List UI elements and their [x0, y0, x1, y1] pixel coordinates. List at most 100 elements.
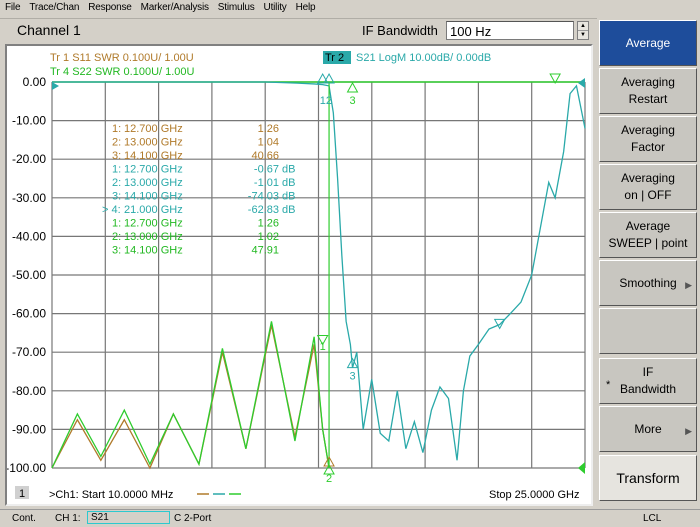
softkey-label: Averaging: [621, 171, 675, 185]
menu-trace-chan[interactable]: Trace/Chan: [24, 0, 83, 13]
if-bandwidth-input[interactable]: 100 Hz: [446, 21, 574, 40]
marker-12-label: 12: [320, 95, 332, 107]
if-bandwidth-spinner[interactable]: ▲ ▼: [577, 21, 589, 40]
menu-stimulus[interactable]: Stimulus: [213, 0, 259, 13]
marker-table-num: 3:: [112, 191, 121, 203]
active-parameter[interactable]: S21: [87, 511, 170, 524]
menu-response[interactable]: Response: [83, 0, 135, 13]
marker-1-tr4-label: 1: [320, 341, 326, 353]
marker-table-num: 1:: [112, 123, 121, 135]
y-tick-label: -80.00: [12, 384, 46, 398]
marker-table-value: 40.66: [251, 150, 279, 162]
softkey-label: IF: [642, 365, 654, 379]
marker-3-label: 3: [349, 95, 355, 107]
marker-table-num: 1:: [112, 164, 121, 176]
marker-table-freq: 12.700 GHz: [124, 123, 183, 135]
softkey-label: Factor: [630, 140, 665, 154]
trace-plot: 0.00 -10.00 -20.00 -30.00 -40.00 -50.00 -60.00…: [7, 51, 586, 501]
y-tick-label: -60.00: [12, 307, 46, 321]
submenu-arrow-icon: ▶: [685, 426, 692, 436]
start-frequency: >Ch1: Start 10.0000 MHz: [49, 489, 173, 501]
softkey-averaging-toggle[interactable]: Averaging on | OFF: [599, 164, 697, 210]
marker-table-unit: dB: [282, 164, 295, 176]
softkey-transform[interactable]: Transform: [599, 455, 697, 501]
softkey-average[interactable]: Average: [599, 20, 697, 66]
softkey-more[interactable]: More ▶: [599, 406, 697, 452]
trace-s22-swr: [51, 321, 330, 469]
softkey-label: Average: [625, 219, 671, 233]
channel-toolbar: Channel 1 IF Bandwidth 100 Hz ▲ ▼: [0, 19, 596, 43]
spin-down-icon[interactable]: ▼: [578, 31, 588, 39]
channel-label: CH 1:: [55, 513, 81, 524]
marker-table-value: -0.67: [254, 164, 279, 176]
softkey-average-sweep-point[interactable]: Average SWEEP | point: [599, 212, 697, 258]
softkey-label: Restart: [628, 92, 668, 106]
softkey-panel: Average Averaging Restart Averaging Factor…: [597, 18, 700, 508]
softkey-label: Averaging: [621, 123, 675, 137]
marker-table-unit: dB: [282, 177, 295, 189]
softkey-label: Averaging: [621, 75, 675, 89]
menu-bar: File Trace/Chan Response Marker/Analysis Sti…: [0, 0, 700, 19]
y-tick-label: 0.00: [23, 75, 47, 89]
reference-status: LCL: [643, 513, 662, 524]
spin-up-icon[interactable]: ▲: [578, 22, 588, 31]
marker-table-value: 1.26: [258, 123, 279, 135]
sweep-mode: Cont.: [12, 513, 36, 524]
stop-frequency: Stop 25.0000 GHz: [489, 489, 580, 501]
marker-table-num: > 4:: [102, 204, 121, 216]
marker-table-value: -74.03: [248, 191, 279, 203]
marker-table-freq: 14.100 GHz: [124, 191, 183, 203]
marker-table-value: 1.04: [258, 137, 279, 149]
softkey-label: Smoothing: [619, 275, 677, 290]
softkey-label: Bandwidth: [619, 382, 677, 396]
menu-marker-analysis[interactable]: Marker/Analysis: [136, 0, 213, 13]
channel-title: Channel 1: [17, 22, 81, 38]
trace-1-header: Tr 1 S11 SWR 0.100U/ 1.00U: [50, 52, 194, 64]
marker-table-freq: 21.000 GHz: [124, 204, 183, 216]
menu-help[interactable]: Help: [291, 0, 320, 13]
marker-3-tr2-label: 3: [349, 371, 355, 383]
marker-table-freq: 12.700 GHz: [124, 218, 183, 230]
plot-window: 0.00 -10.00 -20.00 -30.00 -40.00 -50.00 -60.00…: [5, 44, 593, 506]
marker-table-num: 3:: [112, 245, 121, 257]
menu-utility[interactable]: Utility: [259, 0, 291, 13]
marker-table-num: 1:: [112, 218, 121, 230]
reference-marker-left-icon: [52, 82, 59, 90]
marker-table-value: -62.83: [248, 204, 279, 216]
marker-table-freq: 13.000 GHz: [124, 137, 183, 149]
y-tick-label: -40.00: [12, 229, 46, 243]
y-tick-label: -70.00: [12, 345, 46, 359]
softkey-blank[interactable]: [599, 308, 697, 354]
y-tick-label: -30.00: [12, 191, 46, 205]
y-tick-label: -20.00: [12, 152, 46, 166]
softkey-smoothing[interactable]: Smoothing ▶: [599, 260, 697, 306]
marker-table-value: 1.26: [258, 218, 279, 230]
status-bar: Cont. CH 1: S21 C 2-Port LCL: [0, 509, 700, 527]
softkey-label: More: [634, 421, 662, 436]
softkey-averaging-factor[interactable]: Averaging Factor: [599, 116, 697, 162]
marker-glyphs: 12 3312: [316, 72, 561, 485]
if-bandwidth-label: IF Bandwidth: [362, 23, 438, 38]
y-tick-label: -50.00: [12, 268, 46, 282]
y-tick-label: -10.00: [12, 114, 46, 128]
marker-3-top-icon: [346, 81, 359, 93]
softkey-label: Average: [625, 35, 671, 50]
marker-table-num: 2:: [112, 137, 121, 149]
marker-table-value: 47.91: [251, 245, 279, 257]
trace-4-header: Tr 4 S22 SWR 0.100U/ 1.00U: [50, 66, 195, 78]
y-tick-labels: 0.00 -10.00 -20.00 -30.00 -40.00 -50.00 -60.00…: [7, 75, 46, 475]
trace-2-badge: Tr 2: [325, 52, 344, 64]
softkey-averaging-restart[interactable]: Averaging Restart: [599, 68, 697, 114]
channel-number: 1: [19, 488, 25, 500]
softkey-label: on | OFF: [624, 188, 672, 202]
marker-2-label: 2: [326, 473, 332, 485]
submenu-arrow-icon: ▶: [685, 280, 692, 290]
marker-table-freq: 13.000 GHz: [124, 231, 183, 243]
active-star-icon: *: [606, 379, 611, 391]
menu-file[interactable]: File: [0, 0, 24, 13]
marker-table-unit: dB: [282, 191, 295, 203]
marker-table-value: -1.01: [254, 177, 279, 189]
softkey-label: SWEEP | point: [608, 236, 688, 250]
marker-table-unit: dB: [282, 204, 295, 216]
softkey-if-bandwidth[interactable]: * IF Bandwidth: [599, 358, 697, 404]
